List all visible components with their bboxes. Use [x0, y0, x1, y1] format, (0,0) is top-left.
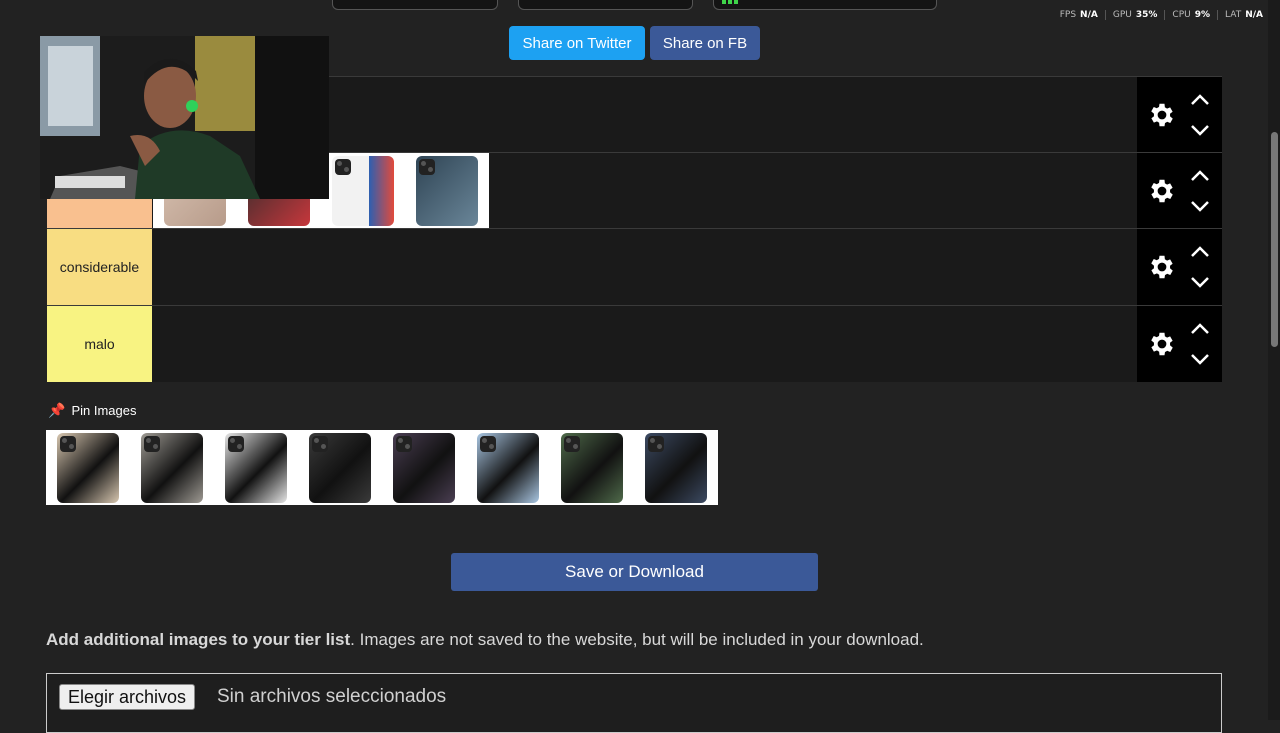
- tier-image-phone-silver[interactable]: [332, 156, 394, 226]
- camera-icon: [312, 435, 328, 452]
- pool-image-phone-deep-purple[interactable]: [382, 430, 466, 505]
- phone-image: [225, 432, 287, 503]
- chevron-up-icon[interactable]: [1189, 169, 1211, 183]
- share-facebook-button[interactable]: Share on FB: [650, 26, 760, 60]
- camera-icon: [648, 435, 664, 452]
- signal-bars-icon: [722, 0, 738, 4]
- webcam-overlay: [40, 36, 329, 199]
- perf-gpu: GPU 35%: [1104, 10, 1165, 20]
- chevron-up-icon[interactable]: [1189, 93, 1211, 107]
- pool-image-phone-space-black[interactable]: [298, 430, 382, 505]
- perf-lat: LAT N/A: [1217, 10, 1270, 20]
- tier-controls: [1137, 229, 1222, 305]
- camera-icon: [335, 159, 351, 175]
- camera-icon: [396, 435, 412, 452]
- save-download-button[interactable]: Save or Download: [451, 553, 818, 591]
- camera-icon: [419, 159, 435, 175]
- chevron-up-icon[interactable]: [1189, 322, 1211, 336]
- phone-image: [645, 432, 707, 503]
- image-pool: [46, 430, 718, 505]
- pushpin-icon: 📌: [48, 402, 66, 418]
- phone-image: [477, 432, 539, 503]
- tier-controls: [1137, 153, 1222, 229]
- chevron-down-icon[interactable]: [1189, 352, 1211, 366]
- webcam-person-image: [40, 36, 329, 199]
- scrollbar-thumb[interactable]: [1271, 132, 1278, 347]
- top-panel-left: [332, 0, 498, 10]
- chevron-down-icon[interactable]: [1189, 275, 1211, 289]
- phone-image: [141, 432, 203, 503]
- gear-icon[interactable]: [1147, 252, 1177, 282]
- tier-label[interactable]: malo: [47, 306, 152, 382]
- tier-image-phone-pacific-blue[interactable]: [416, 156, 478, 226]
- pool-image-phone-natural-titanium[interactable]: [130, 430, 214, 505]
- pin-images[interactable]: 📌 Pin Images: [48, 402, 136, 419]
- performance-overlay: FPS N/A GPU 35% CPU 9% LAT N/A: [1053, 10, 1270, 20]
- file-input[interactable]: Elegir archivos Sin archivos seleccionad…: [46, 673, 1222, 733]
- top-panel-middle: [518, 0, 693, 10]
- gear-icon[interactable]: [1147, 176, 1177, 206]
- tier-row-4: malo: [47, 305, 1222, 382]
- pool-image-phone-alpine-green[interactable]: [550, 430, 634, 505]
- chevron-up-icon[interactable]: [1189, 245, 1211, 259]
- tier-controls: [1137, 306, 1222, 382]
- pool-image-phone-blue-titanium[interactable]: [634, 430, 718, 505]
- pin-images-label: Pin Images: [71, 403, 137, 418]
- phone-image: [393, 432, 455, 503]
- top-panel-right: [713, 0, 937, 10]
- add-images-instructions: Add additional images to your tier list.…: [46, 630, 924, 649]
- perf-cpu: CPU 9%: [1164, 10, 1217, 20]
- chevron-down-icon[interactable]: [1189, 199, 1211, 213]
- perf-fps: FPS N/A: [1059, 10, 1098, 20]
- share-twitter-button[interactable]: Share on Twitter: [509, 26, 645, 60]
- pool-image-phone-silver[interactable]: [214, 430, 298, 505]
- gear-icon[interactable]: [1147, 329, 1177, 359]
- camera-icon: [228, 435, 244, 452]
- pool-image-phone-sierra-blue[interactable]: [466, 430, 550, 505]
- tier-label[interactable]: considerable: [47, 229, 152, 305]
- phone-image: [57, 432, 119, 503]
- phone-image: [561, 432, 623, 503]
- chevron-down-icon[interactable]: [1189, 123, 1211, 137]
- tier-controls: [1137, 77, 1222, 153]
- file-status-text: Sin archivos seleccionados: [217, 686, 447, 707]
- camera-icon: [564, 435, 580, 452]
- page-scrollbar[interactable]: [1268, 0, 1280, 720]
- tier-row-3: considerable: [47, 228, 1222, 305]
- gear-icon[interactable]: [1147, 100, 1177, 130]
- phone-image: [309, 432, 371, 503]
- camera-icon: [480, 435, 496, 452]
- choose-files-button[interactable]: Elegir archivos: [59, 684, 196, 710]
- pool-image-phone-gold[interactable]: [46, 430, 130, 505]
- camera-icon: [144, 435, 160, 452]
- camera-icon: [60, 435, 76, 452]
